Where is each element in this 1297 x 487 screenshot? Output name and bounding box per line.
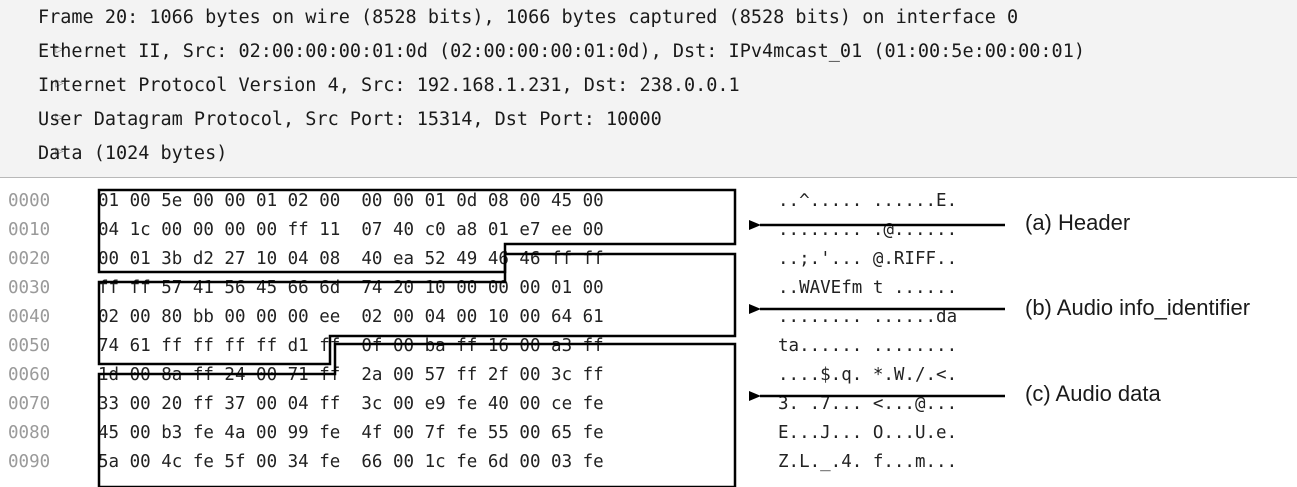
header-region-box: [97, 188, 737, 274]
audio-data-callout: (c) Audio data: [1025, 381, 1161, 406]
header-callout: (a) Header: [1025, 210, 1131, 235]
audio-info-region-box: [97, 252, 737, 366]
audio-info-callout: (b) Audio info_identifier: [1025, 295, 1251, 320]
annotation-overlay: [97, 188, 1005, 487]
audio-data-region-box: [97, 342, 737, 487]
